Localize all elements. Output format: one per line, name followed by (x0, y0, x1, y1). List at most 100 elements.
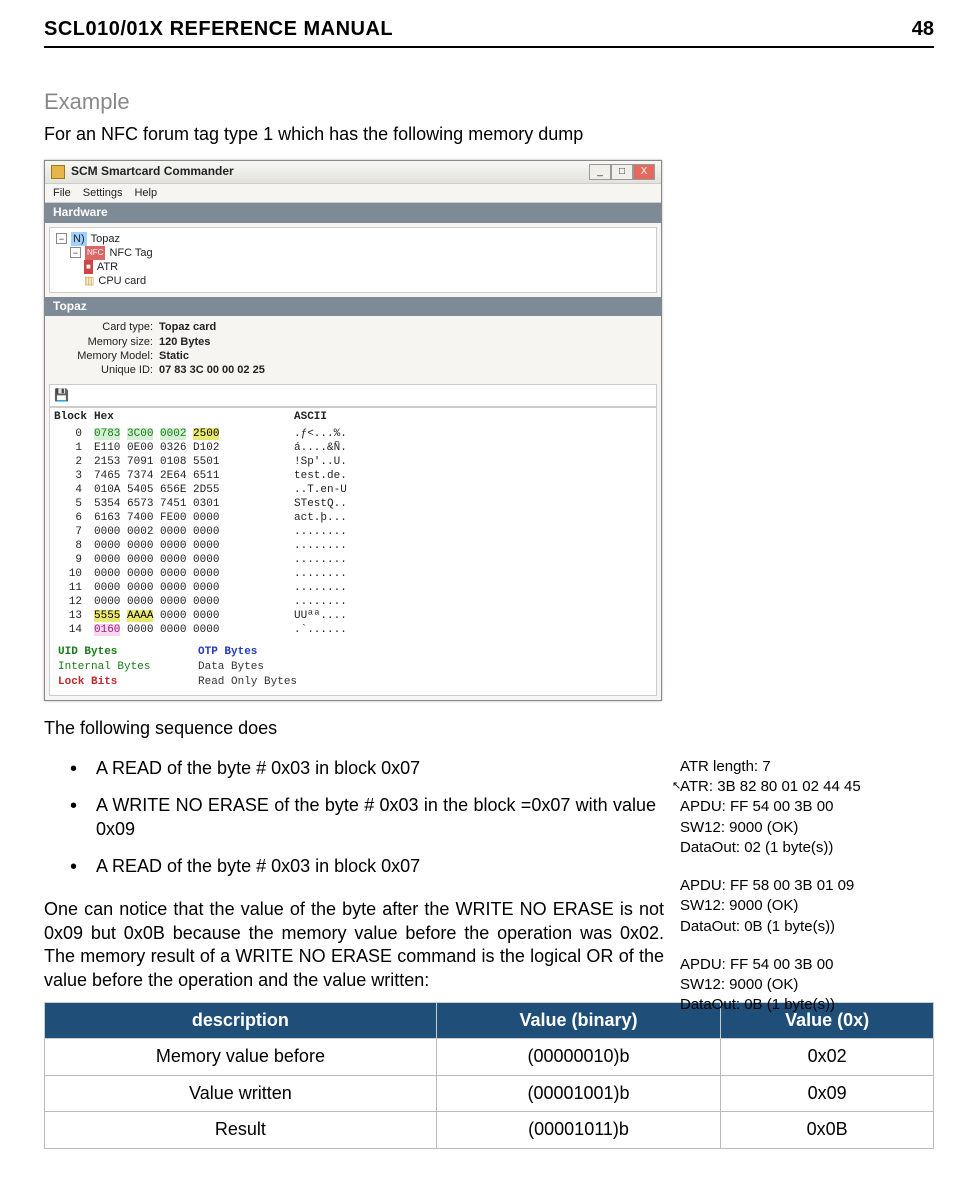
sequence-intro: The following sequence does (44, 717, 934, 740)
hex-legend: UID Bytes OTP Bytes Internal Bytes Data … (50, 641, 656, 696)
log-apdu-2: APDU: FF 58 00 3B 01 09 (680, 876, 890, 896)
mem-size-label: Memory size: (65, 335, 153, 349)
hex-bytes: 0160 0000 0000 0000 (94, 623, 294, 637)
card-properties: Card type:Topaz card Memory size:120 Byt… (45, 316, 661, 383)
mem-model-label: Memory Model: (65, 349, 153, 363)
uid-label: Unique ID: (65, 363, 153, 377)
menu-settings[interactable]: Settings (83, 186, 123, 200)
hex-bytes: 0000 0000 0000 0000 (94, 595, 294, 609)
hex-toolbar: 💾 (49, 384, 657, 408)
hex-block-num: 9 (54, 553, 94, 567)
hex-col-block: Block (54, 410, 94, 424)
th-description: description (45, 1002, 437, 1038)
manual-title: SCL010/01X REFERENCE MANUAL (44, 16, 393, 42)
save-icon[interactable]: 💾 (54, 388, 69, 402)
hex-row: 55354 6573 7451 0301STestQ.. (54, 497, 652, 511)
log-atr-length: ATR length: 7 (680, 757, 890, 777)
menu-file[interactable]: File (53, 186, 71, 200)
sequence-bullets: A READ of the byte # 0x03 in block 0x07 … (96, 757, 656, 879)
cell-desc: Value written (45, 1075, 437, 1111)
tree-item-cpu[interactable]: ▥CPU card (84, 274, 650, 288)
page-number: 48 (912, 16, 934, 42)
cell-bin: (00001001)b (436, 1075, 720, 1111)
menu-bar: File Settings Help (45, 184, 661, 203)
hex-ascii: .ƒ<...%. (294, 427, 347, 441)
hex-block-num: 5 (54, 497, 94, 511)
hex-dump: Block Hex ASCII 00783 3C00 0002 2500.ƒ<.… (49, 407, 657, 696)
tree-item-nfc[interactable]: −NFCNFC Tag (70, 246, 650, 260)
card-type-label: Card type: (65, 320, 153, 334)
hex-block-num: 8 (54, 539, 94, 553)
legend-otp: OTP Bytes (198, 645, 338, 659)
app-icon (51, 165, 65, 179)
hex-bytes: 0000 0002 0000 0000 (94, 525, 294, 539)
window-title: SCM Smartcard Commander (71, 164, 583, 180)
hex-row: 120000 0000 0000 0000........ (54, 595, 652, 609)
log-block-3: APDU: FF 54 00 3B 00 SW12: 9000 (OK) Dat… (680, 955, 890, 1016)
hex-bytes: 0000 0000 0000 0000 (94, 553, 294, 567)
log-sw-3: SW12: 9000 (OK) (680, 975, 890, 995)
cell-desc: Memory value before (45, 1039, 437, 1075)
cpu-icon: ▥ (84, 274, 94, 288)
hex-block-num: 11 (54, 581, 94, 595)
cell-hex: 0x0B (721, 1112, 934, 1148)
hex-ascii: ........ (294, 525, 347, 539)
legend-data: Data Bytes (198, 660, 338, 674)
page-header: SCL010/01X REFERENCE MANUAL 48 (44, 16, 934, 48)
hex-header: Block Hex ASCII (50, 408, 656, 426)
hex-ascii: !Sp'..U. (294, 455, 347, 469)
hex-row: 135555 AAAA 0000 0000UUªª.... (54, 609, 652, 623)
hex-block-num: 14 (54, 623, 94, 637)
log-sw-2: SW12: 9000 (OK) (680, 896, 890, 916)
table-row: Result(00001011)b0x0B (45, 1112, 934, 1148)
log-out-1: DataOut: 02 (1 byte(s)) (680, 838, 890, 858)
legend-uid: UID Bytes (58, 645, 198, 659)
card-type-value: Topaz card (159, 320, 216, 334)
hex-block-num: 3 (54, 469, 94, 483)
scm-commander-window: SCM Smartcard Commander _ □ X File Setti… (44, 160, 662, 701)
legend-lock: Lock Bits (58, 675, 198, 689)
apdu-log: ATR length: 7 ↖ATR: 3B 82 80 01 02 44 45… (680, 757, 890, 1034)
close-button[interactable]: X (633, 164, 655, 180)
hex-bytes: 0000 0000 0000 0000 (94, 539, 294, 553)
hex-ascii: ..T.en-U (294, 483, 347, 497)
cell-hex: 0x09 (721, 1075, 934, 1111)
log-out-2: DataOut: 0B (1 byte(s)) (680, 917, 890, 937)
minimize-button[interactable]: _ (589, 164, 611, 180)
hex-row: 66163 7400 FE00 0000act.þ... (54, 511, 652, 525)
atr-icon: ■ (84, 260, 93, 274)
log-atr: ATR: 3B 82 80 01 02 44 45 (680, 778, 861, 795)
cell-hex: 0x02 (721, 1039, 934, 1075)
hex-row: 1E110 0E00 0326 D102á....&Ñ. (54, 441, 652, 455)
uid-value: 07 83 3C 00 00 02 25 (159, 363, 265, 377)
or-explanation: One can notice that the value of the byt… (44, 898, 664, 992)
tree-item-atr[interactable]: ■ATR (84, 260, 650, 274)
hex-row: 70000 0002 0000 0000........ (54, 525, 652, 539)
hex-row: 100000 0000 0000 0000........ (54, 567, 652, 581)
hardware-tree: −N)Topaz −NFCNFC Tag ■ATR ▥CPU card (49, 227, 657, 293)
hex-bytes: 7465 7374 2E64 6511 (94, 469, 294, 483)
intro-text: For an NFC forum tag type 1 which has th… (44, 123, 934, 146)
hex-bytes: 5354 6573 7451 0301 (94, 497, 294, 511)
log-block-1: ATR length: 7 ↖ATR: 3B 82 80 01 02 44 45… (680, 757, 890, 858)
window-titlebar: SCM Smartcard Commander _ □ X (45, 161, 661, 184)
maximize-button[interactable]: □ (611, 164, 633, 180)
hex-col-hex: Hex (94, 410, 294, 424)
cursor-icon: ↖ (672, 779, 681, 794)
topaz-section-header: Topaz (45, 297, 661, 317)
hex-ascii: STestQ.. (294, 497, 347, 511)
window-buttons: _ □ X (589, 164, 655, 180)
hex-row: 90000 0000 0000 0000........ (54, 553, 652, 567)
menu-help[interactable]: Help (134, 186, 157, 200)
hex-ascii: ........ (294, 539, 347, 553)
mem-model-value: Static (159, 349, 189, 363)
tree-item-topaz[interactable]: −N)Topaz (56, 232, 650, 246)
cell-bin: (00001011)b (436, 1112, 720, 1148)
log-sw-1: SW12: 9000 (OK) (680, 818, 890, 838)
hex-bytes: 0783 3C00 0002 2500 (94, 427, 294, 441)
hex-bytes: 010A 5405 656E 2D55 (94, 483, 294, 497)
log-apdu-3: APDU: FF 54 00 3B 00 (680, 955, 890, 975)
hex-bytes: 0000 0000 0000 0000 (94, 581, 294, 595)
hex-bytes: 5555 AAAA 0000 0000 (94, 609, 294, 623)
nfc-icon: NFC (85, 246, 105, 260)
